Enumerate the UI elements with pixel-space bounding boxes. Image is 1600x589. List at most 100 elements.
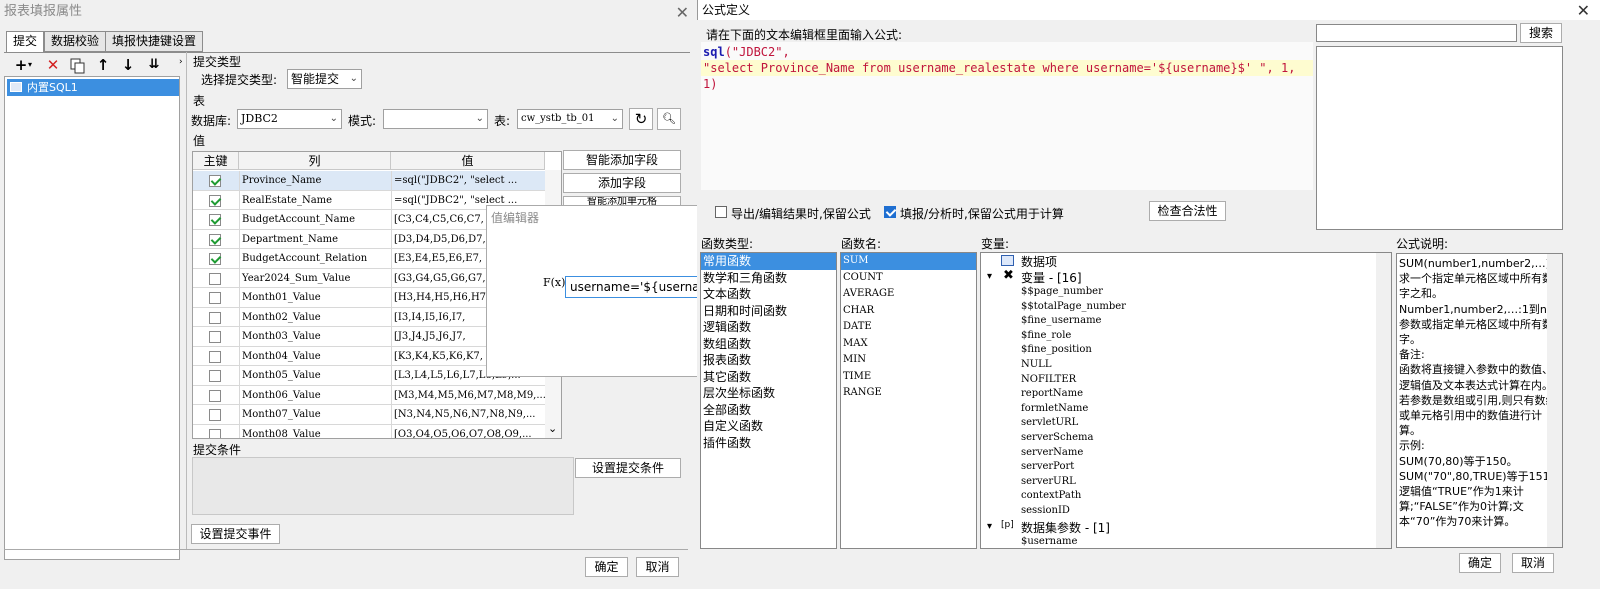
var-root[interactable]: 数据项 — [1021, 253, 1057, 270]
variable-item[interactable]: $$totalPage_number — [1021, 300, 1126, 315]
tab-data-validation[interactable]: 数据校验 — [44, 31, 107, 52]
export-keep-formula-checkbox[interactable] — [715, 206, 727, 218]
value-cell[interactable]: =sql("JDBC2", "select ... — [391, 171, 545, 190]
close-icon[interactable]: ✕ — [1577, 1, 1590, 20]
fn-name-item[interactable]: AVERAGE — [841, 286, 976, 303]
variable-item[interactable]: serverURL — [1021, 475, 1126, 490]
fn-name-item[interactable]: TIME — [841, 369, 976, 386]
variable-item[interactable]: reportName — [1021, 387, 1126, 402]
ok-button[interactable]: 确定 — [585, 557, 628, 577]
fn-type-item[interactable]: 报表函数 — [701, 352, 836, 369]
formula-cancel-button[interactable]: 取消 — [1512, 553, 1554, 573]
fn-name-item[interactable]: COUNT — [841, 270, 976, 287]
search-button[interactable]: 搜索 — [1520, 23, 1562, 43]
value-cell[interactable]: [O3,O4,O5,O6,O7,O8,O9,... — [391, 424, 545, 438]
expand-icon[interactable]: ▾ — [987, 521, 992, 532]
close-icon[interactable]: ✕ — [676, 3, 689, 22]
column-cell[interactable]: Month07_Value — [239, 405, 391, 424]
set-condition-button[interactable]: 设置提交条件 — [575, 458, 681, 478]
variable-item[interactable]: NULL — [1021, 358, 1126, 373]
database-select[interactable]: JDBC2 ⌄ — [237, 109, 342, 129]
primary-key-checkbox[interactable] — [209, 311, 221, 324]
variable-item[interactable]: servletURL — [1021, 416, 1126, 431]
expand-icon[interactable]: ▾ — [987, 271, 992, 282]
fn-type-item[interactable]: 数组函数 — [701, 336, 836, 353]
primary-key-checkbox[interactable] — [209, 370, 221, 382]
var-group[interactable]: 变量 - [16] — [1021, 269, 1082, 286]
set-event-button[interactable]: 设置提交事件 — [191, 524, 280, 544]
add-field-button[interactable]: 添加字段 — [563, 173, 681, 193]
table-row[interactable]: Month08_Value [O3,O4,O5,O6,O7,O8,O9,... — [193, 424, 545, 438]
column-cell[interactable]: Year2024_Sum_Value — [239, 268, 391, 288]
primary-key-checkbox[interactable] — [209, 253, 221, 265]
formula-line-2[interactable]: "select Province_Name from username_real… — [701, 60, 1313, 91]
preview-icon[interactable]: 🔍︎ — [657, 108, 681, 130]
primary-key-checkbox[interactable] — [209, 194, 221, 207]
check-validity-button[interactable]: 检查合法性 — [1149, 201, 1226, 221]
copy-icon[interactable] — [70, 58, 86, 77]
variable-item[interactable]: $fine_username — [1021, 314, 1126, 329]
primary-key-checkbox[interactable] — [209, 428, 221, 438]
fn-name-item[interactable]: DATE — [841, 319, 976, 336]
tree-item-sql1[interactable]: 内置SQL1 — [7, 79, 179, 96]
desc-scrollbar[interactable] — [1547, 254, 1562, 547]
add-dropdown-icon[interactable]: ▾ — [28, 60, 32, 69]
column-cell[interactable]: Province_Name — [239, 171, 391, 190]
column-cell[interactable]: BudgetAccount_Relation — [239, 249, 391, 268]
table-select[interactable]: cw_ystb_tb_01 ⌄ — [517, 109, 623, 129]
column-cell[interactable]: Month02_Value — [239, 307, 391, 327]
fill-keep-formula-checkbox[interactable] — [884, 206, 896, 218]
variable-item[interactable]: serverPort — [1021, 460, 1126, 475]
fn-name-item[interactable]: CHAR — [841, 303, 976, 320]
fx-icon[interactable]: F(x) — [543, 276, 565, 289]
fn-type-item[interactable]: 数学和三角函数 — [701, 270, 836, 287]
fn-name-item[interactable]: RANGE — [841, 385, 976, 402]
primary-key-checkbox[interactable] — [209, 292, 221, 304]
move-down-icon[interactable]: ↓ — [117, 54, 139, 76]
refresh-icon[interactable]: ↻ — [629, 108, 653, 130]
column-cell[interactable]: Month06_Value — [239, 385, 391, 405]
tab-submit[interactable]: 提交 — [6, 31, 45, 53]
fn-type-item[interactable]: 自定义函数 — [701, 418, 836, 435]
tab-shortcut-settings[interactable]: 填报快捷键设置 — [105, 31, 204, 52]
column-cell[interactable]: BudgetAccount_Name — [239, 210, 391, 229]
fn-type-item[interactable]: 常用函数 — [701, 253, 836, 270]
column-cell[interactable]: Month04_Value — [239, 346, 391, 366]
var-scrollbar[interactable] — [1376, 253, 1391, 548]
variable-item[interactable]: $fine_role — [1021, 329, 1126, 344]
cancel-button[interactable]: 取消 — [636, 557, 679, 577]
variable-item[interactable]: contextPath — [1021, 489, 1126, 504]
primary-key-checkbox[interactable] — [209, 409, 221, 421]
submit-type-select[interactable]: 智能提交 ⌄ — [287, 69, 362, 89]
variable-item[interactable]: sessionID — [1021, 504, 1126, 519]
variable-item[interactable]: formletName — [1021, 402, 1126, 417]
value-cell[interactable]: [M3,M4,M5,M6,M7,M8,M9,... — [391, 385, 545, 405]
variable-item[interactable]: $$page_number — [1021, 285, 1126, 300]
column-cell[interactable]: Month05_Value — [239, 366, 391, 385]
chevron-right-icon[interactable]: › — [179, 57, 183, 67]
fn-type-item[interactable]: 文本函数 — [701, 286, 836, 303]
value-input[interactable]: username='${username — [565, 276, 701, 298]
variable-item[interactable]: NOFILTER — [1021, 373, 1126, 388]
primary-key-checkbox[interactable] — [209, 389, 221, 402]
column-cell[interactable]: Month08_Value — [239, 424, 391, 438]
table-row[interactable]: Month07_Value [N3,N4,N5,N6,N7,N8,N9,... — [193, 405, 545, 425]
param-item[interactable]: $username — [1021, 535, 1077, 548]
primary-key-checkbox[interactable] — [209, 350, 221, 363]
chevron-down-icon[interactable]: ⌄ — [548, 422, 557, 435]
column-cell[interactable]: RealEstate_Name — [239, 190, 391, 210]
column-cell[interactable]: Month01_Value — [239, 288, 391, 307]
fn-type-item[interactable]: 插件函数 — [701, 435, 836, 452]
column-cell[interactable]: Month03_Value — [239, 327, 391, 346]
fn-name-item[interactable]: MAX — [841, 336, 976, 353]
table-row[interactable]: Month06_Value [M3,M4,M5,M6,M7,M8,M9,... — [193, 385, 545, 405]
value-cell[interactable]: [N3,N4,N5,N6,N7,N8,N9,... — [391, 405, 545, 424]
fn-type-item[interactable]: 日期和时间函数 — [701, 303, 836, 320]
sort-icon[interactable]: ⇊ — [143, 54, 165, 76]
move-up-icon[interactable]: ↑ — [92, 54, 114, 76]
fn-name-item[interactable]: MIN — [841, 352, 976, 369]
fn-type-item[interactable]: 逻辑函数 — [701, 319, 836, 336]
variable-item[interactable]: serverSchema — [1021, 431, 1126, 446]
column-cell[interactable]: Department_Name — [239, 229, 391, 249]
primary-key-checkbox[interactable] — [209, 233, 221, 246]
